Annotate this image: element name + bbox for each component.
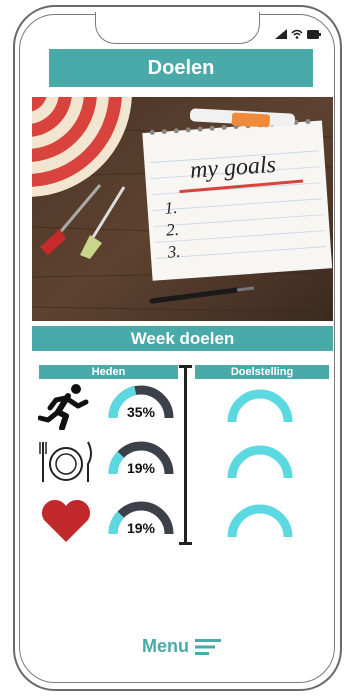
svg-text:1.: 1. [164,198,178,218]
target-gauge [224,382,296,426]
status-icons [275,29,321,39]
heart-icon [38,498,94,546]
gauge-value: 35% [126,404,156,420]
divider-cap-bottom [179,542,192,545]
plate-icon [38,438,94,486]
column-header-target: Doelstelling [195,365,329,379]
target-gauge [224,438,296,482]
gauge-value: 19% [126,460,156,476]
hamburger-icon [195,638,221,655]
section-title: Week doelen [32,326,333,351]
battery-icon [307,29,321,39]
menu-label: Menu [142,636,189,656]
column-header-current: Heden [39,365,178,379]
running-icon [37,382,94,431]
menu-button[interactable]: Menu [142,636,221,657]
wifi-icon [291,29,303,39]
page-title: Doelen [49,49,313,87]
progress-gauge: 35% [105,378,177,422]
svg-text:2.: 2. [165,220,179,240]
divider-cap-top [179,365,192,368]
progress-gauge: 19% [105,434,177,478]
goals-hero-image: my goals 1. 2. 3. [32,97,333,321]
notebook-icon: my goals 1. 2. 3. [142,119,333,281]
svg-text:3.: 3. [166,242,181,262]
progress-gauge: 19% [105,494,177,538]
column-divider [184,366,187,544]
gauge-value: 19% [126,520,156,536]
target-gauge [224,497,296,541]
signal-icon [275,29,287,39]
phone-notch [95,12,260,44]
